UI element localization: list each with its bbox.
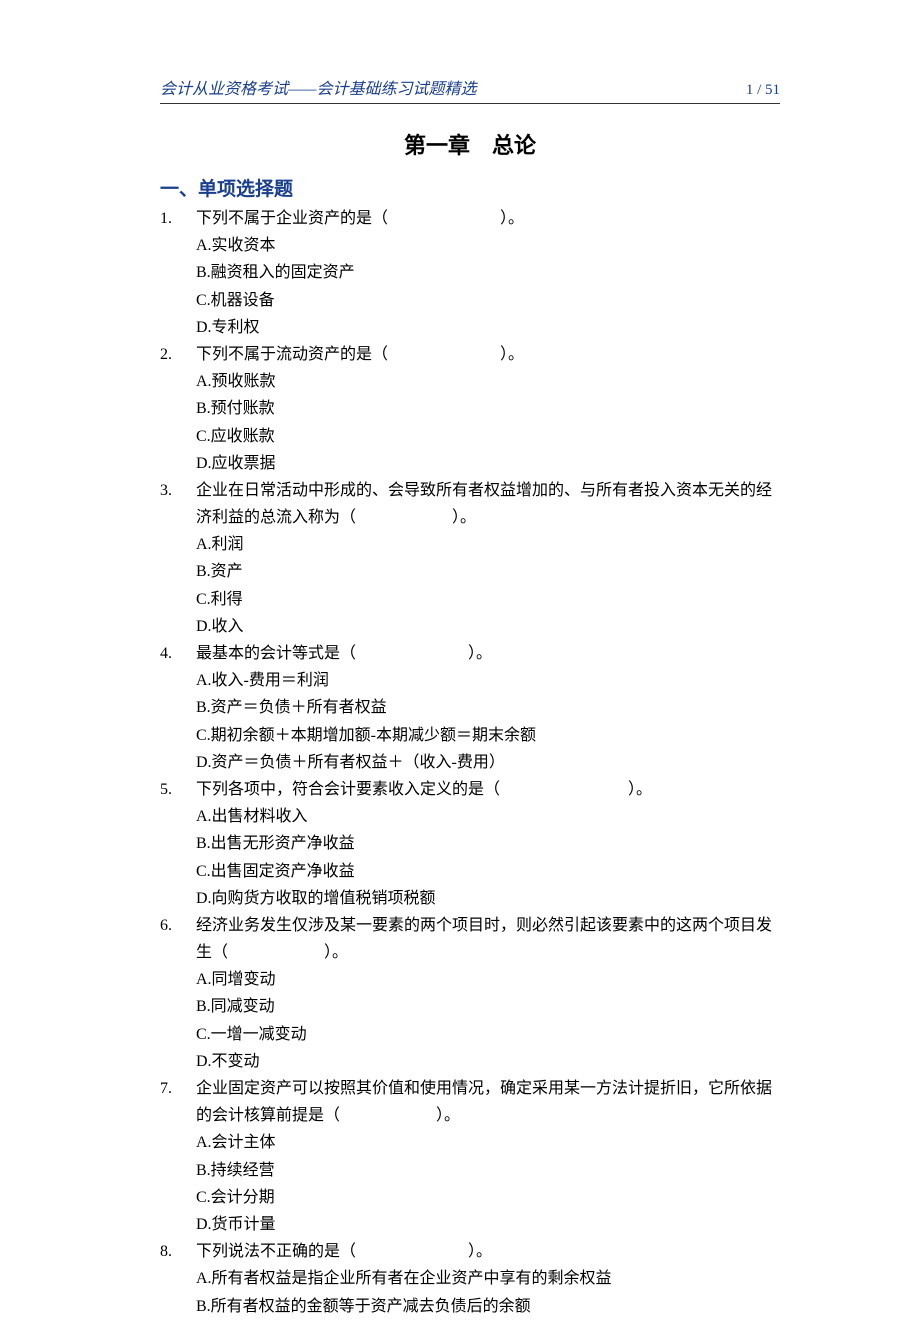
question-number: 5. (160, 776, 196, 912)
header-title: 会计从业资格考试——会计基础练习试题精选 (160, 75, 476, 99)
question-option: C.利得 (196, 586, 780, 613)
question-options: A.利润B.资产C.利得D.收入 (196, 531, 780, 640)
document-page: 会计从业资格考试——会计基础练习试题精选 1 / 51 第一章 总论 一、单项选… (0, 0, 920, 1320)
chapter-title: 第一章 总论 (160, 128, 780, 160)
question-option: D.应收票据 (196, 450, 780, 477)
question-option: A.出售材料收入 (196, 803, 780, 830)
question-option: D.货币计量 (196, 1211, 780, 1238)
question-option: A.利润 (196, 531, 780, 558)
question-option: C.一增一减变动 (196, 1021, 780, 1048)
question-option: B.资产 (196, 558, 780, 585)
question-stem: 企业固定资产可以按照其价值和使用情况，确定采用某一方法计提折旧，它所依据的会计核… (196, 1075, 780, 1129)
question-option: B.同减变动 (196, 993, 780, 1020)
question-body: 最基本的会计等式是（ ）。A.收入-费用＝利润B.资产＝负债＋所有者权益C.期初… (196, 640, 780, 776)
question-stem: 下列不属于企业资产的是（ ）。 (196, 205, 780, 232)
question-option: C.出售固定资产净收益 (196, 858, 780, 885)
question-option: C.机器设备 (196, 287, 780, 314)
question-body: 下列说法不正确的是（ ）。A.所有者权益是指企业所有者在企业资产中享有的剩余权益… (196, 1238, 780, 1320)
question-options: A.出售材料收入B.出售无形资产净收益C.出售固定资产净收益D.向购货方收取的增… (196, 803, 780, 912)
question-option: A.会计主体 (196, 1129, 780, 1156)
question-options: A.收入-费用＝利润B.资产＝负债＋所有者权益C.期初余额＋本期增加额-本期减少… (196, 667, 780, 776)
question-option: D.专利权 (196, 314, 780, 341)
question-option: A.收入-费用＝利润 (196, 667, 780, 694)
question-option: A.同增变动 (196, 966, 780, 993)
question-list: 1.下列不属于企业资产的是（ ）。A.实收资本B.融资租入的固定资产C.机器设备… (160, 205, 780, 1320)
question-number: 3. (160, 477, 196, 640)
question-item: 4.最基本的会计等式是（ ）。A.收入-费用＝利润B.资产＝负债＋所有者权益C.… (160, 640, 780, 776)
question-body: 下列各项中，符合会计要素收入定义的是（ ）。A.出售材料收入B.出售无形资产净收… (196, 776, 780, 912)
question-stem: 下列说法不正确的是（ ）。 (196, 1238, 780, 1265)
question-options: A.预收账款B.预付账款C.应收账款D.应收票据 (196, 368, 780, 477)
question-option: C.会计分期 (196, 1184, 780, 1211)
question-option: B.所有者权益的金额等于资产减去负债后的余额 (196, 1293, 780, 1320)
page-header: 会计从业资格考试——会计基础练习试题精选 1 / 51 (160, 75, 780, 104)
question-number: 8. (160, 1238, 196, 1320)
question-option: B.资产＝负债＋所有者权益 (196, 694, 780, 721)
page-number: 1 / 51 (746, 82, 780, 99)
question-stem: 企业在日常活动中形成的、会导致所有者权益增加的、与所有者投入资本无关的经济利益的… (196, 477, 780, 531)
question-option: B.融资租入的固定资产 (196, 259, 780, 286)
question-option: B.预付账款 (196, 395, 780, 422)
question-options: A.会计主体B.持续经营C.会计分期D.货币计量 (196, 1129, 780, 1238)
question-body: 经济业务发生仅涉及某一要素的两个项目时，则必然引起该要素中的这两个项目发生（ ）… (196, 912, 780, 1075)
question-number: 2. (160, 341, 196, 477)
question-option: C.期初余额＋本期增加额-本期减少额＝期末余额 (196, 722, 780, 749)
section-title: 一、单项选择题 (160, 174, 780, 201)
question-options: A.同增变动B.同减变动C.一增一减变动D.不变动 (196, 966, 780, 1075)
question-option: A.实收资本 (196, 232, 780, 259)
question-option: B.持续经营 (196, 1157, 780, 1184)
question-number: 7. (160, 1075, 196, 1238)
question-option: D.向购货方收取的增值税销项税额 (196, 885, 780, 912)
question-stem: 最基本的会计等式是（ ）。 (196, 640, 780, 667)
question-option: D.收入 (196, 613, 780, 640)
question-item: 7.企业固定资产可以按照其价值和使用情况，确定采用某一方法计提折旧，它所依据的会… (160, 1075, 780, 1238)
question-option: A.预收账款 (196, 368, 780, 395)
page-total: 51 (765, 82, 780, 98)
question-item: 3.企业在日常活动中形成的、会导致所有者权益增加的、与所有者投入资本无关的经济利… (160, 477, 780, 640)
question-item: 2.下列不属于流动资产的是（ ）。A.预收账款B.预付账款C.应收账款D.应收票… (160, 341, 780, 477)
question-item: 8.下列说法不正确的是（ ）。A.所有者权益是指企业所有者在企业资产中享有的剩余… (160, 1238, 780, 1320)
question-body: 下列不属于企业资产的是（ ）。A.实收资本B.融资租入的固定资产C.机器设备D.… (196, 205, 780, 341)
question-item: 5.下列各项中，符合会计要素收入定义的是（ ）。A.出售材料收入B.出售无形资产… (160, 776, 780, 912)
page-separator: / (753, 82, 765, 98)
question-options: A.所有者权益是指企业所有者在企业资产中享有的剩余权益B.所有者权益的金额等于资… (196, 1265, 780, 1319)
question-stem: 经济业务发生仅涉及某一要素的两个项目时，则必然引起该要素中的这两个项目发生（ ）… (196, 912, 780, 966)
question-options: A.实收资本B.融资租入的固定资产C.机器设备D.专利权 (196, 232, 780, 341)
question-option: C.应收账款 (196, 423, 780, 450)
question-body: 企业在日常活动中形成的、会导致所有者权益增加的、与所有者投入资本无关的经济利益的… (196, 477, 780, 640)
question-item: 6.经济业务发生仅涉及某一要素的两个项目时，则必然引起该要素中的这两个项目发生（… (160, 912, 780, 1075)
question-number: 4. (160, 640, 196, 776)
question-option: D.不变动 (196, 1048, 780, 1075)
question-stem: 下列不属于流动资产的是（ ）。 (196, 341, 780, 368)
question-body: 企业固定资产可以按照其价值和使用情况，确定采用某一方法计提折旧，它所依据的会计核… (196, 1075, 780, 1238)
question-option: B.出售无形资产净收益 (196, 830, 780, 857)
question-item: 1.下列不属于企业资产的是（ ）。A.实收资本B.融资租入的固定资产C.机器设备… (160, 205, 780, 341)
question-number: 6. (160, 912, 196, 1075)
question-option: A.所有者权益是指企业所有者在企业资产中享有的剩余权益 (196, 1265, 780, 1292)
question-option: D.资产＝负债＋所有者权益＋（收入-费用） (196, 749, 780, 776)
question-body: 下列不属于流动资产的是（ ）。A.预收账款B.预付账款C.应收账款D.应收票据 (196, 341, 780, 477)
question-stem: 下列各项中，符合会计要素收入定义的是（ ）。 (196, 776, 780, 803)
question-number: 1. (160, 205, 196, 341)
